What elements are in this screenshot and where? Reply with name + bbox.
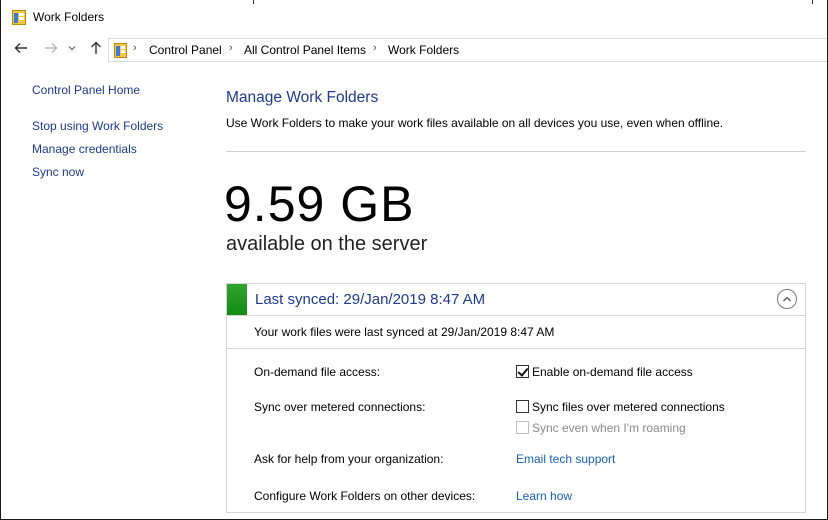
- checkbox-disabled-icon: [516, 421, 529, 434]
- breadcrumb-control-panel[interactable]: Control Panel: [149, 43, 222, 57]
- divider: [226, 151, 806, 152]
- roaming-option-label: Sync even when I'm roaming: [532, 421, 686, 435]
- sidebar-item-control-panel-home[interactable]: Control Panel Home: [32, 83, 140, 97]
- sidebar-item-stop-using[interactable]: Stop using Work Folders: [32, 119, 163, 133]
- checkbox-checked-icon[interactable]: [516, 365, 529, 378]
- breadcrumb-all-items[interactable]: All Control Panel Items: [244, 43, 366, 57]
- page-description: Use Work Folders to make your work files…: [226, 116, 724, 130]
- background-window-edge: [253, 0, 813, 4]
- panel-header[interactable]: Last synced: 29/Jan/2019 8:47 AM: [227, 284, 805, 316]
- on-demand-option-label: Enable on-demand file access: [532, 365, 693, 379]
- checkbox-unchecked-icon[interactable]: [516, 400, 529, 413]
- chevron-down-icon[interactable]: [67, 41, 77, 57]
- help-label: Ask for help from your organization:: [254, 452, 444, 466]
- chevron-right-icon[interactable]: ›: [373, 42, 377, 54]
- roaming-checkbox: Sync even when I'm roaming: [516, 421, 686, 435]
- sync-status-indicator: [227, 284, 247, 315]
- page-title: Manage Work Folders: [226, 89, 379, 106]
- metered-option-label: Sync files over metered connections: [532, 400, 725, 414]
- control-panel-icon: [114, 43, 127, 58]
- sidebar-item-sync-now[interactable]: Sync now: [32, 165, 84, 179]
- work-folders-icon: [12, 10, 26, 25]
- breadcrumb-work-folders[interactable]: Work Folders: [388, 43, 459, 57]
- panel-divider: [227, 348, 805, 349]
- arrow-left-icon[interactable]: [13, 41, 29, 57]
- chevron-up-icon[interactable]: [777, 289, 797, 309]
- sync-status-panel: Last synced: 29/Jan/2019 8:47 AM Your wo…: [226, 283, 806, 513]
- email-tech-support-link[interactable]: Email tech support: [516, 452, 615, 466]
- work-folders-window: Work Folders › Control Panel › All Contr…: [0, 0, 828, 520]
- sidebar-item-manage-credentials[interactable]: Manage credentials: [32, 142, 137, 156]
- arrow-right-icon[interactable]: [43, 41, 59, 57]
- configure-label: Configure Work Folders on other devices:: [254, 489, 476, 503]
- chevron-right-icon[interactable]: ›: [133, 42, 137, 54]
- on-demand-label: On-demand file access:: [254, 365, 381, 379]
- learn-how-link[interactable]: Learn how: [516, 489, 572, 503]
- navigation-bar: › Control Panel › All Control Panel Item…: [1, 33, 827, 66]
- metered-checkbox[interactable]: Sync files over metered connections: [516, 400, 725, 414]
- address-bar[interactable]: › Control Panel › All Control Panel Item…: [108, 38, 827, 62]
- window-title: Work Folders: [33, 10, 105, 24]
- on-demand-checkbox[interactable]: Enable on-demand file access: [516, 365, 693, 379]
- last-synced-detail: Your work files were last synced at 29/J…: [254, 325, 555, 339]
- available-caption: available on the server: [226, 233, 428, 255]
- available-size: 9.59 GB: [224, 176, 415, 232]
- metered-label: Sync over metered connections:: [254, 400, 426, 414]
- arrow-up-icon[interactable]: [88, 41, 104, 57]
- chevron-right-icon[interactable]: ›: [229, 42, 233, 54]
- last-synced-title: Last synced: 29/Jan/2019 8:47 AM: [255, 291, 486, 308]
- title-bar: Work Folders: [1, 0, 827, 33]
